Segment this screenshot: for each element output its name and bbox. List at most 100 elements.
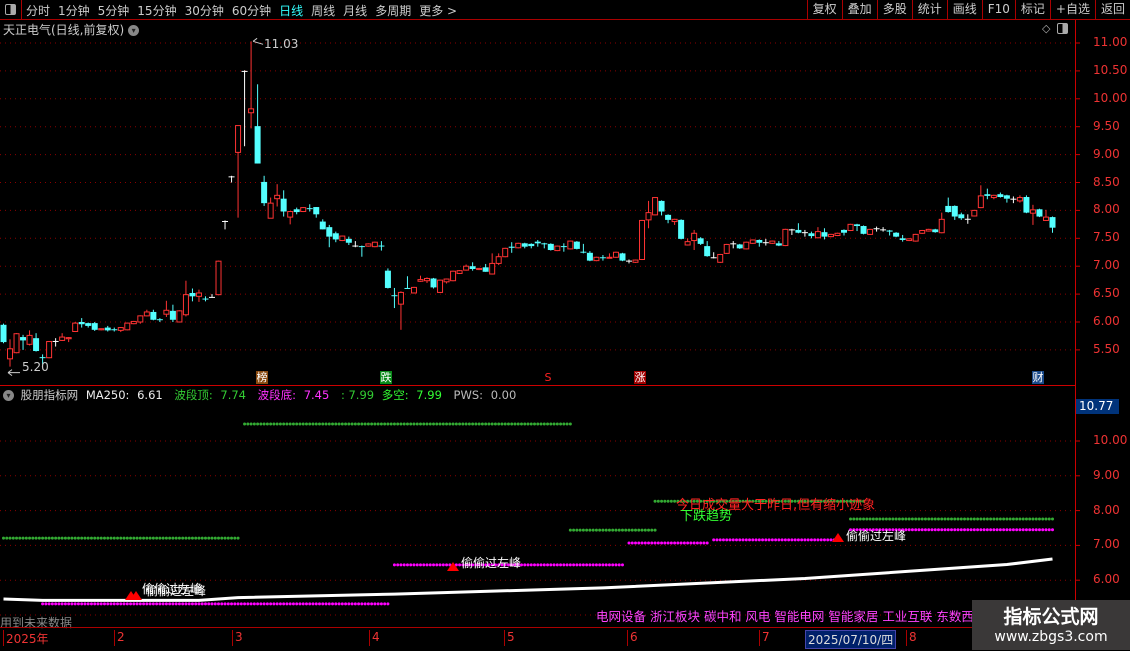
wave-top-dot (321, 422, 325, 426)
axis-divider (1075, 20, 1076, 625)
wave-top-dot (50, 536, 54, 540)
wave-bottom-dot (164, 602, 168, 606)
wave-bottom-dot (1018, 528, 1022, 532)
wave-top-dot (516, 422, 520, 426)
candle-body-up (72, 322, 79, 332)
wave-bottom-dot (976, 528, 980, 532)
wave-top-dot (337, 422, 341, 426)
wave-top-dot (438, 422, 442, 426)
candle-body-down (547, 243, 554, 251)
wave-bottom-dot (41, 602, 45, 606)
wave-top-dot (213, 536, 217, 540)
wave-bottom-dot (405, 563, 409, 567)
wave-top-dot (106, 536, 110, 540)
wave-bottom-dot (806, 538, 810, 542)
candle-body-down (0, 324, 7, 343)
wave-bottom-value2: : 7.99 (340, 388, 375, 402)
date-label: 4 (369, 630, 380, 646)
candle-body-down (658, 200, 665, 212)
wave-bottom-dot (314, 602, 318, 606)
wave-top-dot (1047, 517, 1051, 521)
wave-bottom-dot (363, 602, 367, 606)
tag-s[interactable]: S (542, 371, 554, 384)
wave-top-dot (41, 536, 45, 540)
wave-bottom-dot (285, 602, 289, 606)
wave-bottom-dot (956, 528, 960, 532)
wave-bottom-dot (298, 602, 302, 606)
candle-body-down (586, 252, 593, 261)
wave-bottom-dot (181, 602, 185, 606)
wave-top-dot (132, 536, 136, 540)
wave-top-dot (901, 517, 905, 521)
wave-top-dot (480, 422, 484, 426)
indicator-name[interactable]: 股朋指标网 (21, 388, 79, 402)
wave-bottom-dot (562, 563, 566, 567)
wave-bottom-dot (666, 541, 670, 545)
wave-bottom-dot (376, 602, 380, 606)
candle-body-down (1023, 197, 1030, 213)
candle-body-up (834, 232, 841, 237)
wave-bottom-dot (989, 528, 993, 532)
wave-bottom-dot (568, 563, 572, 567)
wave-bottom-dot (63, 602, 67, 606)
chevron-down-icon[interactable]: ▾ (3, 390, 14, 401)
wave-bottom-dot (555, 563, 559, 567)
candle-body-down (762, 242, 769, 244)
wave-top-dot (161, 536, 165, 540)
tag-fall[interactable]: 跌 (380, 371, 392, 384)
wave-bottom-dot (392, 563, 396, 567)
wave-top-dot (8, 536, 12, 540)
candle-body-down (254, 126, 261, 164)
wave-bottom-dot (337, 602, 341, 606)
wave-top-dot (858, 517, 862, 521)
wave-bottom-dot (259, 602, 263, 606)
wave-top-dot (418, 422, 422, 426)
wave-top-dot (526, 422, 530, 426)
indicator-tick-label: 9.00 (1093, 467, 1120, 482)
wave-bottom-dot (774, 538, 778, 542)
wave-bottom-dot (647, 541, 651, 545)
wave-bottom-dot (161, 602, 165, 606)
wave-bottom-dot (634, 541, 638, 545)
wave-top-dot (226, 536, 230, 540)
wave-bottom-dot (728, 538, 732, 542)
wave-bottom-dot (1028, 528, 1032, 532)
tag-finance[interactable]: 财 (1032, 371, 1044, 384)
wave-top-dot (275, 422, 279, 426)
wave-bottom-dot (927, 528, 931, 532)
tag-rise[interactable]: 涨 (634, 371, 646, 384)
wave-top-dot (959, 517, 963, 521)
wave-bottom-dot (239, 602, 243, 606)
wave-top-dot (914, 517, 918, 521)
wave-bottom-dot (318, 602, 322, 606)
wave-top-dot (428, 422, 432, 426)
candle-body-up (567, 240, 574, 250)
wave-bottom-dot (793, 538, 797, 542)
kline-chart[interactable] (0, 0, 1130, 650)
candle-body-down (528, 243, 535, 247)
candle-body-down (1049, 217, 1056, 228)
wave-bottom-dot (200, 602, 204, 606)
tag-ranking[interactable]: 榜 (256, 371, 268, 384)
candle-body-down (508, 246, 515, 248)
wave-top-dot (445, 422, 449, 426)
wave-top-dot (200, 536, 204, 540)
wave-top-dot (503, 422, 507, 426)
candle-body-up (274, 194, 281, 200)
candle-body-down (1003, 195, 1010, 199)
wave-bottom-dot (438, 563, 442, 567)
wave-bottom-dot (702, 541, 706, 545)
wave-bottom-dot (529, 563, 533, 567)
date-label: 5 (504, 630, 515, 646)
wave-bottom-dot (578, 563, 582, 567)
wave-bottom-dot (829, 538, 833, 542)
wave-top-dot (67, 536, 71, 540)
wave-bottom-dot (360, 602, 364, 606)
wave-bottom-dot (116, 602, 120, 606)
wave-top-dot (578, 528, 582, 532)
wave-top-dot (604, 528, 608, 532)
candle-body-down (573, 241, 580, 249)
wave-top-dot (998, 517, 1002, 521)
wave-top-dot (933, 517, 937, 521)
candle-body-down (358, 246, 365, 248)
